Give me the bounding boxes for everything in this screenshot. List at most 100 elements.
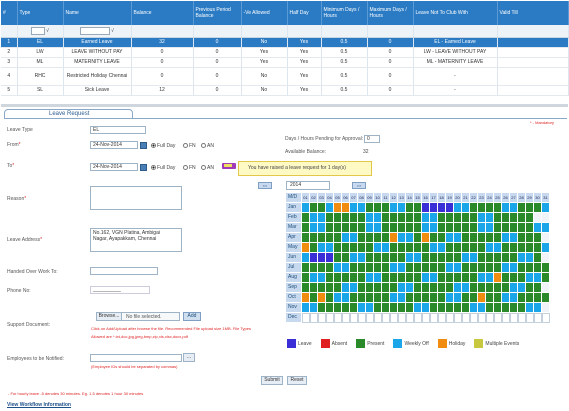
calendar-day-cell[interactable] (438, 283, 446, 293)
calendar-day-cell[interactable] (542, 273, 550, 283)
calendar-day-cell[interactable] (494, 273, 502, 283)
calendar-day-cell[interactable] (518, 263, 526, 273)
table-horizontal-scrollbar[interactable] (1, 104, 568, 107)
calendar-day-cell[interactable] (502, 313, 510, 323)
calendar-day-cell[interactable] (390, 253, 398, 263)
calendar-day-cell[interactable] (334, 303, 342, 313)
calendar-day-cell[interactable] (334, 293, 342, 303)
calendar-day-cell[interactable] (366, 223, 374, 233)
calendar-day-cell[interactable] (398, 233, 406, 243)
calendar-day-cell[interactable] (534, 303, 542, 313)
calendar-day-cell[interactable] (446, 243, 454, 253)
calendar-day-cell[interactable] (518, 283, 526, 293)
calendar-day-cell[interactable] (478, 293, 486, 303)
calendar-day-cell[interactable] (478, 253, 486, 263)
calendar-day-cell[interactable] (374, 203, 382, 213)
calendar-day-cell[interactable] (342, 253, 350, 263)
from-fn-radio[interactable]: FN (183, 143, 196, 149)
calendar-day-cell[interactable] (342, 303, 350, 313)
calendar-day-cell[interactable] (422, 243, 430, 253)
calendar-day-cell[interactable] (502, 233, 510, 243)
calendar-day-cell[interactable] (302, 203, 310, 213)
calendar-day-cell[interactable] (542, 313, 550, 323)
calendar-day-cell[interactable] (326, 293, 334, 303)
browse-button[interactable]: Browse... (96, 312, 122, 321)
calendar-day-cell[interactable] (302, 233, 310, 243)
calendar-day-cell[interactable] (334, 233, 342, 243)
calendar-day-cell[interactable] (414, 243, 422, 253)
calendar-day-cell[interactable] (510, 283, 518, 293)
calendar-day-cell[interactable] (430, 253, 438, 263)
calendar-day-cell[interactable] (542, 203, 550, 213)
calendar-day-cell[interactable] (470, 303, 478, 313)
calendar-day-cell[interactable] (318, 313, 326, 323)
calendar-day-cell[interactable] (454, 233, 462, 243)
calendar-day-cell[interactable] (430, 283, 438, 293)
calendar-day-cell[interactable] (382, 253, 390, 263)
calendar-day-cell[interactable] (446, 253, 454, 263)
calendar-day-cell[interactable] (542, 303, 550, 313)
filter-checkmark-icon[interactable]: √ (46, 28, 49, 34)
calendar-day-cell[interactable] (438, 223, 446, 233)
calendar-day-cell[interactable] (438, 313, 446, 323)
calendar-day-cell[interactable] (518, 253, 526, 263)
calendar-day-cell[interactable] (470, 293, 478, 303)
calendar-day-cell[interactable] (358, 293, 366, 303)
calendar-day-cell[interactable] (430, 263, 438, 273)
view-workflow-link[interactable]: View Workflow Information (7, 402, 71, 408)
calendar-day-cell[interactable] (310, 303, 318, 313)
calendar-day-cell[interactable] (478, 243, 486, 253)
calendar-day-cell[interactable] (326, 203, 334, 213)
calendar-day-cell[interactable] (310, 253, 318, 263)
calendar-day-cell[interactable] (494, 253, 502, 263)
calendar-day-cell[interactable] (518, 273, 526, 283)
calendar-day-cell[interactable] (318, 283, 326, 293)
table-row[interactable]: 5 SL Sick Leave 12 0 No Yes 0.5 0 - (1, 85, 569, 96)
calendar-day-cell[interactable] (462, 303, 470, 313)
calendar-day-cell[interactable] (430, 243, 438, 253)
calendar-day-cell[interactable] (334, 263, 342, 273)
calendar-day-cell[interactable] (382, 263, 390, 273)
calendar-day-cell[interactable] (342, 233, 350, 243)
calendar-day-cell[interactable] (390, 293, 398, 303)
calendar-day-cell[interactable] (414, 313, 422, 323)
calendar-day-cell[interactable] (502, 263, 510, 273)
calendar-day-cell[interactable] (430, 303, 438, 313)
calendar-day-cell[interactable] (510, 293, 518, 303)
calendar-day-cell[interactable] (398, 243, 406, 253)
calendar-day-cell[interactable] (526, 233, 534, 243)
to-an-radio[interactable]: AN (201, 165, 214, 171)
calendar-day-cell[interactable] (422, 213, 430, 223)
calendar-day-cell[interactable] (454, 293, 462, 303)
to-full-day-radio[interactable]: Full Day (151, 165, 175, 171)
calendar-day-cell[interactable] (422, 293, 430, 303)
col-header-num[interactable]: # (1, 1, 18, 25)
type-filter-input[interactable] (31, 26, 46, 35)
calendar-day-cell[interactable] (470, 263, 478, 273)
from-full-day-radio[interactable]: Full Day (151, 143, 175, 149)
calendar-day-cell[interactable] (382, 233, 390, 243)
calendar-day-cell[interactable] (366, 253, 374, 263)
calendar-day-cell[interactable] (534, 233, 542, 243)
calendar-day-cell[interactable] (350, 303, 358, 313)
calendar-day-cell[interactable] (414, 253, 422, 263)
calendar-day-cell[interactable] (422, 303, 430, 313)
calendar-day-cell[interactable] (374, 293, 382, 303)
calendar-day-cell[interactable] (502, 213, 510, 223)
calendar-day-cell[interactable] (526, 253, 534, 263)
calendar-day-cell[interactable] (526, 213, 534, 223)
calendar-day-cell[interactable] (390, 313, 398, 323)
calendar-day-cell[interactable] (334, 253, 342, 263)
handover-input[interactable] (90, 267, 158, 275)
leave-type-input[interactable]: EL (90, 126, 146, 134)
calendar-day-cell[interactable] (502, 293, 510, 303)
calendar-day-cell[interactable] (462, 253, 470, 263)
calendar-day-cell[interactable] (350, 233, 358, 243)
calendar-day-cell[interactable] (342, 243, 350, 253)
calendar-day-cell[interactable] (310, 203, 318, 213)
calendar-day-cell[interactable] (526, 273, 534, 283)
calendar-day-cell[interactable] (502, 283, 510, 293)
calendar-day-cell[interactable] (534, 283, 542, 293)
calendar-day-cell[interactable] (526, 203, 534, 213)
calendar-day-cell[interactable] (454, 273, 462, 283)
